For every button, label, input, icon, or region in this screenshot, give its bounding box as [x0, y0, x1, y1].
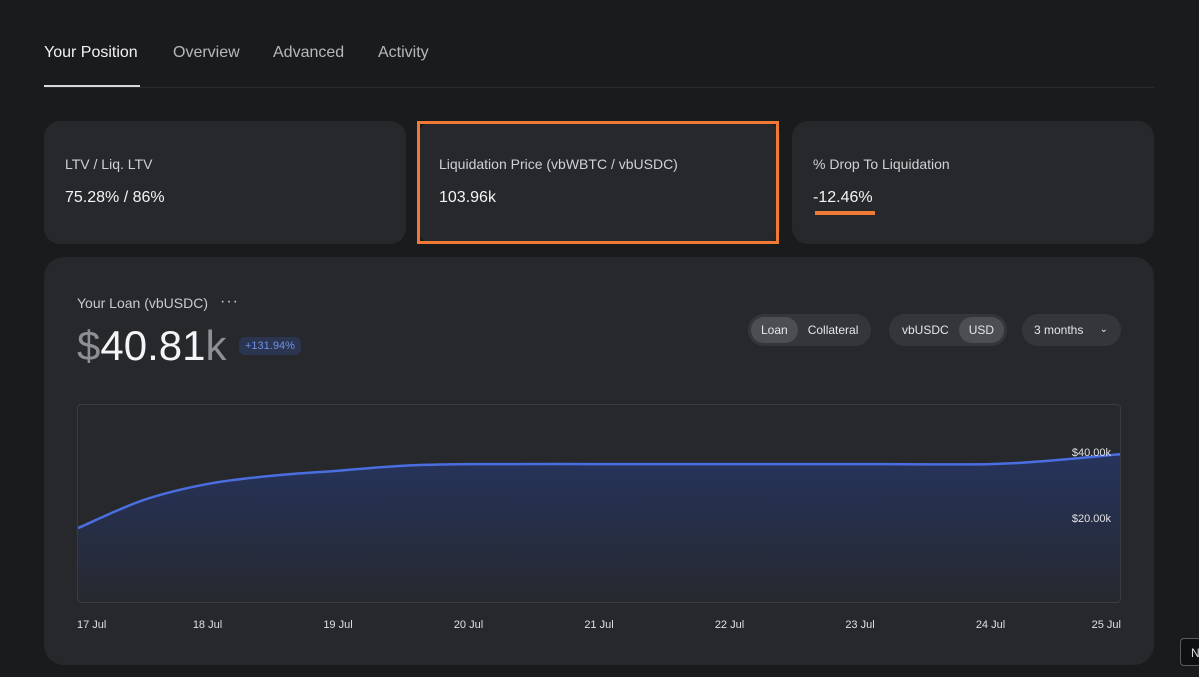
x-tick-label: 22 Jul — [714, 619, 745, 631]
tab-activity[interactable]: Activity — [378, 44, 429, 62]
loan-collateral-toggle: Loan Collateral — [748, 314, 872, 346]
loan-amount: $40.81k — [77, 321, 226, 371]
ltv-value: 75.28% / 86% — [65, 189, 165, 206]
corner-chip[interactable]: N — [1180, 638, 1199, 666]
tab-bar: Your Position Overview Advanced Activity — [44, 0, 1154, 88]
loan-chart-svg — [78, 453, 1120, 602]
x-tick-label: 20 Jul — [453, 619, 484, 631]
more-horizontal-icon[interactable]: ··· — [220, 293, 239, 311]
loan-title: Your Loan (vbUSDC) — [77, 295, 208, 311]
change-badge: +131.94% — [239, 337, 301, 355]
tab-your-position[interactable]: Your Position — [44, 44, 138, 62]
drop-to-liquidation-value: -12.46% — [813, 189, 873, 206]
loan-area-fill — [78, 454, 1120, 602]
highlight-underline — [815, 211, 875, 215]
chevron-down-icon: ⌄ — [1099, 324, 1108, 335]
x-tick-label: 21 Jul — [584, 619, 614, 631]
tab-overview[interactable]: Overview — [173, 44, 240, 62]
x-tick-label: 18 Jul — [192, 619, 223, 631]
unit-toggle: vbUSDC USD — [889, 314, 1008, 346]
y-tick-label-40k: $40.00k — [1071, 447, 1111, 460]
loan-panel: Your Loan (vbUSDC) ··· $40.81k +131.94% … — [44, 257, 1154, 665]
range-label: 3 months — [1034, 323, 1084, 337]
range-select[interactable]: 3 months ⌄ — [1022, 314, 1121, 346]
drop-to-liquidation-card: % Drop To Liquidation -12.46% — [792, 121, 1154, 244]
loan-amount-prefix: $ — [77, 322, 101, 369]
ltv-label: LTV / Liq. LTV — [65, 156, 153, 172]
loan-amount-main: 40.81 — [100, 322, 206, 369]
loan-amount-suffix: k — [205, 322, 227, 369]
toggle-vbusdc[interactable]: vbUSDC — [892, 317, 959, 343]
drop-to-liquidation-label: % Drop To Liquidation — [813, 156, 950, 172]
toggle-loan[interactable]: Loan — [751, 317, 798, 343]
x-tick-label: 19 Jul — [323, 619, 353, 631]
ltv-card: LTV / Liq. LTV 75.28% / 86% — [44, 121, 406, 244]
toggle-collateral[interactable]: Collateral — [798, 317, 869, 343]
tab-advanced[interactable]: Advanced — [273, 44, 344, 62]
loan-chart: $40.00k $20.00k — [77, 404, 1121, 603]
active-tab-indicator — [44, 85, 140, 87]
x-tick-label: 25 Jul — [1091, 619, 1121, 631]
x-tick-label: 24 Jul — [975, 619, 1006, 631]
x-tick-label: 23 Jul — [845, 619, 875, 631]
toggle-usd[interactable]: USD — [958, 317, 1005, 343]
x-tick-label: 17 Jul — [77, 619, 107, 631]
y-tick-label-20k: $20.00k — [1071, 512, 1111, 525]
highlight-box — [417, 121, 779, 244]
